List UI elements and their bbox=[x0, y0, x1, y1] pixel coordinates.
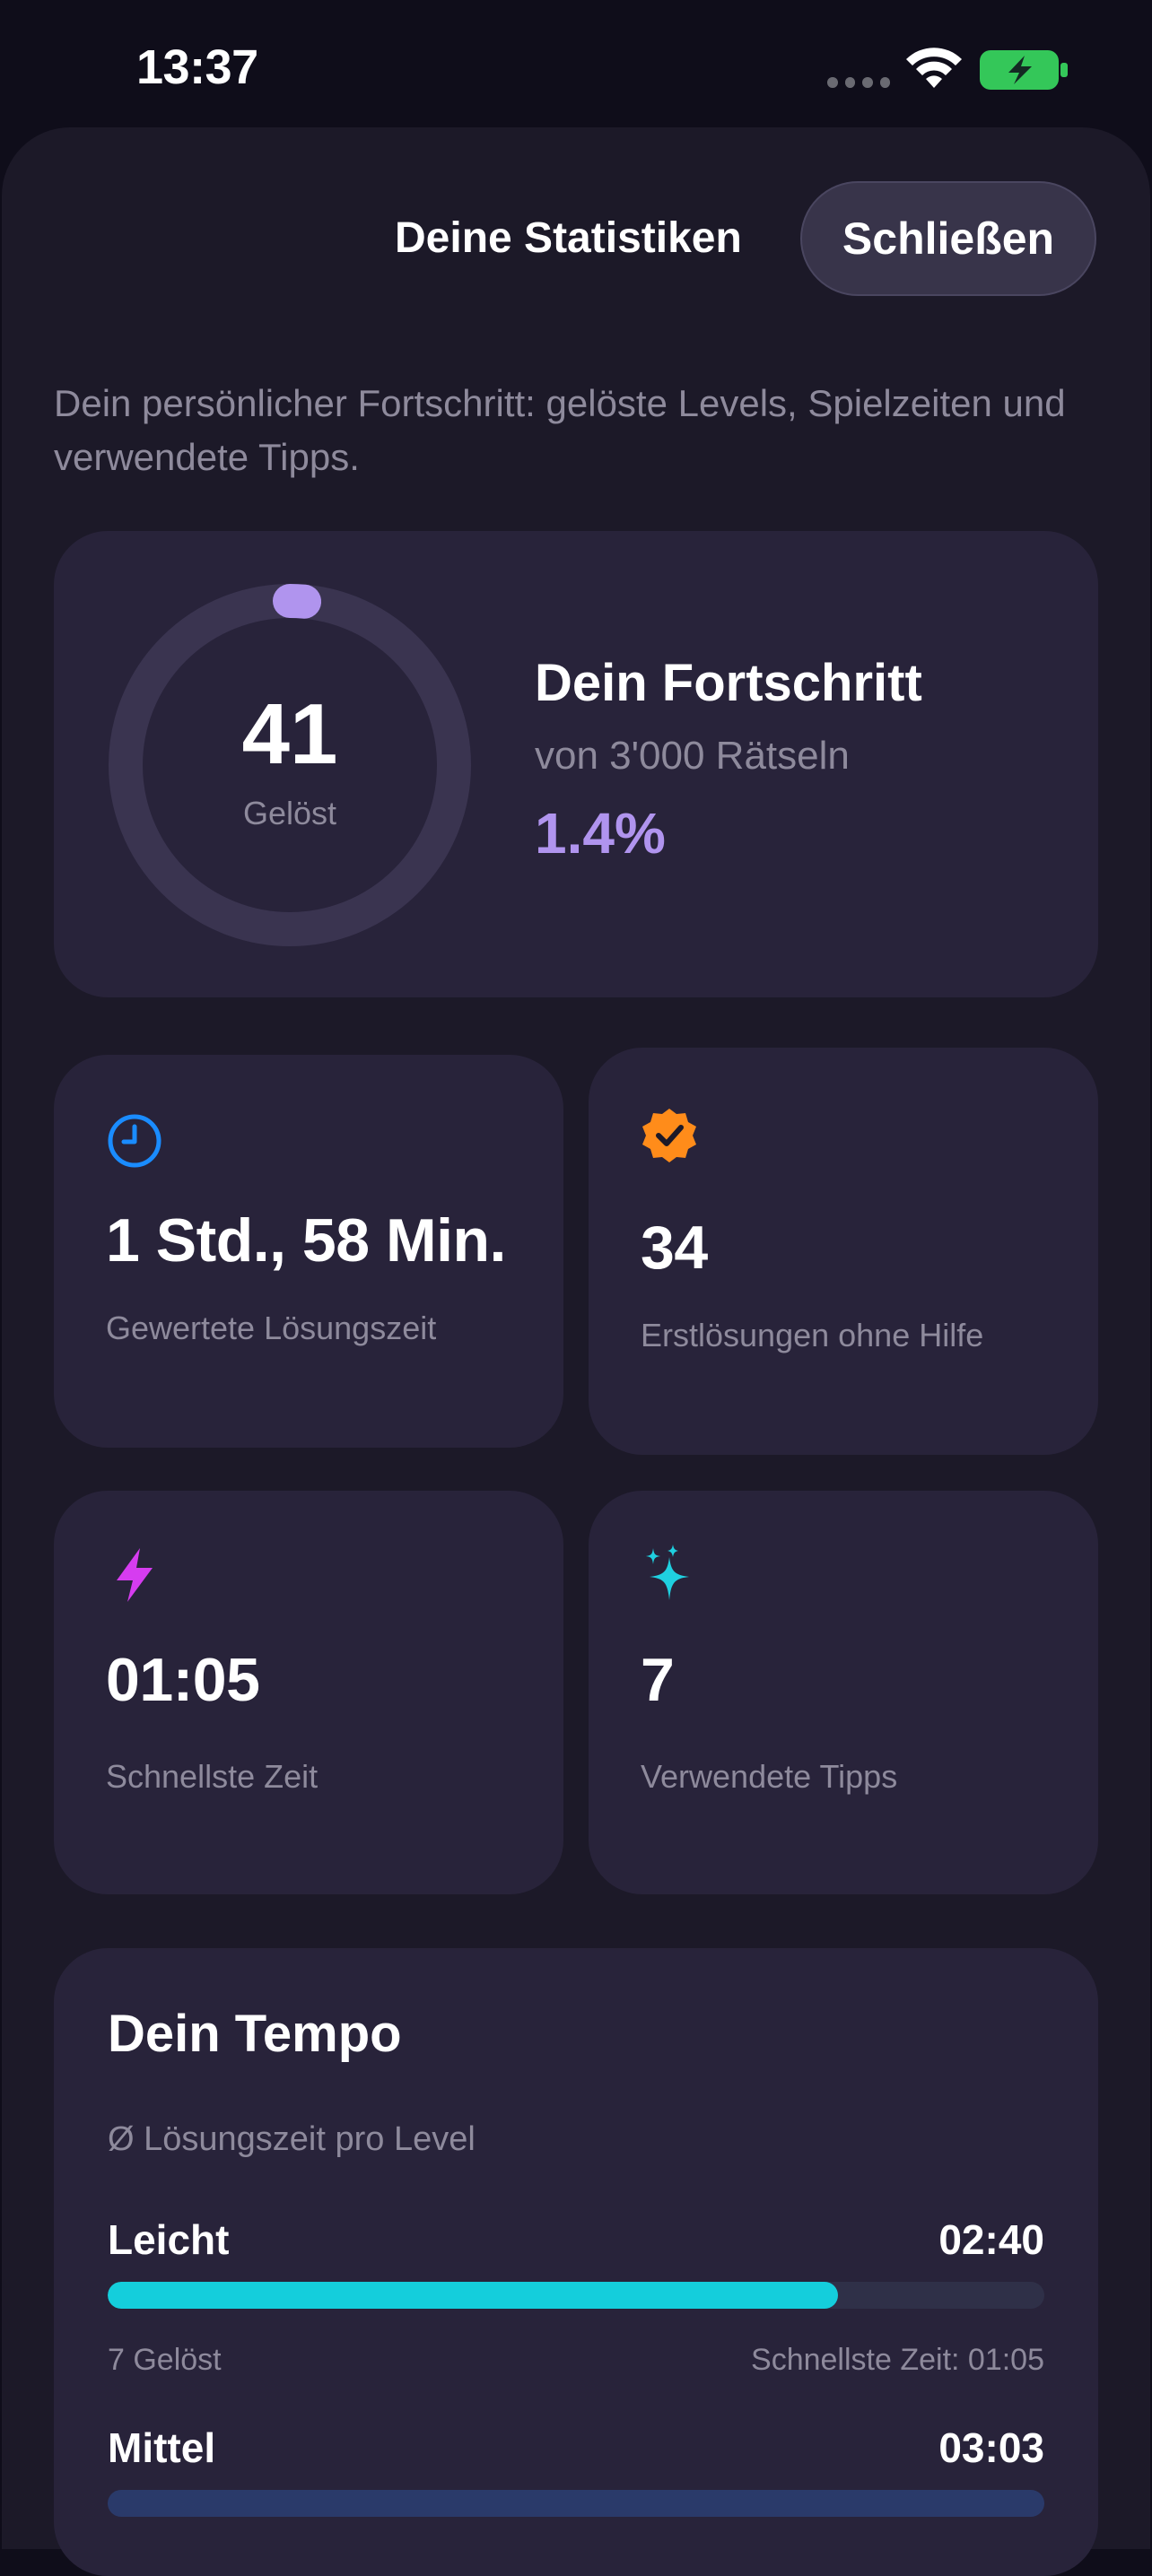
tempo-bar-track bbox=[108, 2490, 1044, 2517]
difficulty-name: Mittel bbox=[108, 2424, 216, 2471]
stat-label: Gewertete Lösungszeit bbox=[106, 1310, 437, 1346]
tempo-title: Dein Tempo bbox=[108, 2005, 402, 2063]
progress-percent: 1.4% bbox=[535, 801, 666, 866]
stat-value: 7 bbox=[641, 1646, 675, 1714]
stat-card-fastest-time: 01:05 Schnellste Zeit bbox=[54, 1491, 563, 1894]
fastest-time-label: Schnellste Zeit: 01:05 bbox=[751, 2343, 1044, 2377]
sheet-title: Deine Statistiken bbox=[395, 214, 742, 262]
clock-icon bbox=[108, 1114, 161, 1168]
stat-label: Verwendete Tipps bbox=[641, 1758, 898, 1795]
close-button[interactable]: Schließen bbox=[800, 181, 1096, 296]
stat-value: 1 Std., 58 Min. bbox=[106, 1206, 506, 1275]
stat-card-first-solves: 34 Erstlösungen ohne Hilfe bbox=[589, 1048, 1098, 1455]
wifi-icon bbox=[906, 48, 962, 88]
stat-card-hints-used: 7 Verwendete Tipps bbox=[589, 1491, 1098, 1894]
progress-card: 41 Gelöst Dein Fortschritt von 3'000 Rät… bbox=[54, 531, 1098, 997]
sparkles-icon bbox=[646, 1545, 689, 1600]
solved-label: Gelöst bbox=[242, 795, 337, 831]
solved-count-label: 7 Gelöst bbox=[108, 2343, 222, 2377]
average-time: 03:03 bbox=[938, 2424, 1044, 2471]
battery-charging-icon bbox=[980, 50, 1068, 90]
lightning-icon bbox=[117, 1548, 153, 1602]
progress-total: von 3'000 Rätseln bbox=[535, 734, 850, 778]
status-bar: 13:37 bbox=[0, 0, 1152, 135]
tempo-card: Dein Tempo Ø Lösungszeit pro Level Leich… bbox=[54, 1948, 1098, 2576]
average-time: 02:40 bbox=[938, 2216, 1044, 2263]
stat-card-solve-time: 1 Std., 58 Min. Gewertete Lösungszeit bbox=[54, 1055, 563, 1448]
sheet-subtitle: Dein persönlicher Fortschritt: gelöste L… bbox=[54, 382, 1066, 478]
tempo-subtitle: Ø Lösungszeit pro Level bbox=[108, 2120, 476, 2158]
verified-badge-icon bbox=[642, 1109, 696, 1162]
progress-title: Dein Fortschritt bbox=[535, 654, 922, 712]
stat-value: 34 bbox=[641, 1214, 708, 1282]
difficulty-name: Leicht bbox=[108, 2216, 230, 2263]
stat-value: 01:05 bbox=[106, 1646, 260, 1714]
status-time: 13:37 bbox=[136, 40, 258, 94]
tempo-bar-track bbox=[108, 2282, 1044, 2309]
solved-count: 41 bbox=[241, 686, 338, 782]
stat-label: Erstlösungen ohne Hilfe bbox=[641, 1317, 984, 1353]
cellular-signal-icon bbox=[827, 77, 890, 88]
stat-label: Schnellste Zeit bbox=[106, 1758, 319, 1795]
tempo-bar-fill bbox=[108, 2282, 839, 2309]
